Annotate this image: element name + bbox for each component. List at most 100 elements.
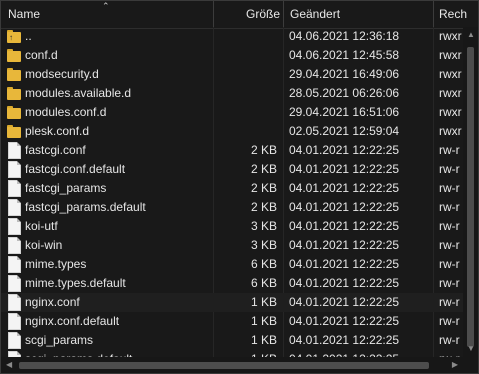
column-divider[interactable] (213, 1, 214, 28)
file-name: modules.conf.d (25, 105, 107, 119)
permissions: rw-r (439, 333, 460, 347)
modified-date: 04.01.2021 12:22:25 (289, 257, 400, 271)
scroll-left-arrow-icon[interactable]: ◀ (6, 361, 12, 369)
file-name: .. (25, 29, 32, 43)
file-icon (7, 237, 21, 254)
file-icon (7, 180, 21, 197)
permissions: rwxr (439, 67, 462, 81)
file-name: mime.types (25, 257, 87, 271)
file-size: 1 KB (250, 295, 277, 309)
vertical-scrollbar[interactable]: ▲ ▼ (463, 27, 478, 357)
file-size (213, 27, 277, 46)
permissions: rw-r (439, 350, 463, 357)
folder-icon (7, 66, 21, 83)
column-header-name[interactable]: Name (8, 1, 40, 28)
file-name: scgi_params (25, 333, 94, 347)
file-row[interactable]: koi-utf 3 KB 04.01.2021 12:22:25 rw-r (1, 217, 463, 236)
file-row[interactable]: mime.types 6 KB 04.01.2021 12:22:25 rw-r (1, 255, 463, 274)
file-size: 1 KB (250, 314, 277, 328)
file-icon (7, 332, 21, 349)
horizontal-scroll-thumb[interactable] (19, 362, 429, 369)
modified-date: 28.05.2021 06:26:06 (289, 86, 400, 100)
folder-icon (7, 47, 21, 64)
modified-date: 04.01.2021 12:22:25 (289, 314, 400, 328)
scroll-down-arrow-icon[interactable]: ▼ (467, 345, 475, 353)
file-name: plesk.conf.d (25, 124, 90, 138)
folder-row[interactable]: conf.d 04.06.2021 12:45:58 rwxr (1, 46, 463, 65)
permissions: rwxr (439, 105, 462, 119)
file-size: 1 KB (250, 333, 277, 347)
permissions: rw-r (439, 238, 460, 252)
file-row[interactable]: koi-win 3 KB 04.01.2021 12:22:25 rw-r (1, 236, 463, 255)
file-size: 2 KB (250, 200, 277, 214)
folder-row[interactable]: modules.conf.d 29.04.2021 16:51:06 rwxr (1, 103, 463, 122)
file-icon (7, 256, 21, 273)
file-icon (7, 142, 21, 159)
permissions: rw-r (439, 314, 460, 328)
permissions: rwxr (439, 124, 462, 138)
modified-date: 04.01.2021 12:22:25 (289, 276, 400, 290)
permissions: rwxr (439, 29, 462, 43)
column-header-modified[interactable]: Geändert (290, 1, 340, 28)
file-row[interactable]: mime.types.default 6 KB 04.01.2021 12:22:2… (1, 274, 463, 293)
permissions: rwxr (439, 86, 462, 100)
permissions: rw-r (439, 257, 460, 271)
file-list-window: ⌃ Name Größe Geändert Rech ↑.. 04.06.2021… (0, 0, 479, 374)
folder-icon (7, 104, 21, 121)
permissions: rw-r (439, 219, 460, 233)
file-size: 6 KB (250, 257, 277, 271)
file-name: koi-utf (25, 219, 58, 233)
scroll-up-arrow-icon[interactable]: ▲ (467, 31, 475, 39)
file-icon (7, 294, 21, 311)
file-row[interactable]: nginx.conf 1 KB 04.01.2021 12:22:25 rw-r (1, 293, 463, 312)
file-row[interactable]: scgi_params.default1 KB 04.01.2021 12:22:… (1, 350, 463, 357)
file-name: fastcgi.conf (25, 143, 86, 157)
modified-date: 04.01.2021 12:22:25 (289, 333, 400, 347)
permissions: rw-r (439, 200, 460, 214)
modified-date: 04.06.2021 12:36:18 (289, 29, 400, 43)
modified-date: 04.01.2021 12:22:25 (289, 143, 400, 157)
file-size (213, 84, 277, 103)
folder-icon (7, 85, 21, 102)
file-name: nginx.conf.default (25, 314, 120, 328)
folder-icon (7, 123, 21, 140)
vertical-scroll-thumb[interactable] (467, 47, 474, 347)
file-row[interactable]: fastcgi_params.default 2 KB 04.01.2021 12:… (1, 198, 463, 217)
file-icon (7, 275, 21, 292)
file-row[interactable]: fastcgi.conf 2 KB 04.01.2021 12:22:25 rw-r (1, 141, 463, 160)
file-name: fastcgi.conf.default (25, 162, 126, 176)
file-row[interactable]: scgi_params 1 KB 04.01.2021 12:22:25 rw-r (1, 331, 463, 350)
modified-date: 04.01.2021 12:22:25 (289, 295, 400, 309)
file-name: mime.types.default (25, 276, 126, 290)
column-divider[interactable] (283, 1, 284, 28)
folder-row[interactable]: modules.available.d 28.05.2021 06:26:06 rw… (1, 84, 463, 103)
modified-date: 04.01.2021 12:22:25 (289, 162, 400, 176)
modified-date: 29.04.2021 16:51:06 (289, 105, 400, 119)
folder-row[interactable]: plesk.conf.d 02.05.2021 12:59:04 rwxr (1, 122, 463, 141)
scrollbar-corner (463, 357, 478, 373)
modified-date: 04.06.2021 12:45:58 (289, 48, 400, 62)
folder-row[interactable]: modsecurity.d 29.04.2021 16:49:06 rwxr (1, 65, 463, 84)
file-row[interactable]: fastcgi_params 2 KB 04.01.2021 12:22:25 rw-… (1, 179, 463, 198)
file-name: conf.d (25, 48, 58, 62)
modified-date: 29.04.2021 16:49:06 (289, 67, 400, 81)
column-divider[interactable] (433, 1, 434, 28)
file-row[interactable]: fastcgi.conf.default 2 KB 04.01.2021 12:22… (1, 160, 463, 179)
file-icon (7, 313, 21, 330)
scroll-right-arrow-icon[interactable]: ▶ (452, 361, 458, 369)
file-size: 1 KB (213, 350, 277, 357)
file-name: koi-win (25, 238, 63, 252)
file-name: modsecurity.d (25, 67, 99, 81)
file-size: 2 KB (250, 162, 277, 176)
permissions: rw-r (439, 181, 460, 195)
column-header-permissions[interactable]: Rech (439, 1, 467, 28)
file-row[interactable]: nginx.conf.default 1 KB 04.01.2021 12:22:2… (1, 312, 463, 331)
parent-directory-row[interactable]: ↑.. 04.06.2021 12:36:18 rwxr (1, 27, 463, 46)
modified-date: 04.01.2021 12:22:25 (289, 200, 400, 214)
sort-ascending-icon: ⌃ (102, 1, 110, 11)
column-header-size[interactable]: Größe (246, 1, 280, 28)
horizontal-scrollbar[interactable]: ◀ ▶ (1, 357, 463, 373)
file-name: fastcgi_params (25, 181, 107, 195)
file-icon (7, 161, 21, 178)
file-size: 3 KB (250, 238, 277, 252)
